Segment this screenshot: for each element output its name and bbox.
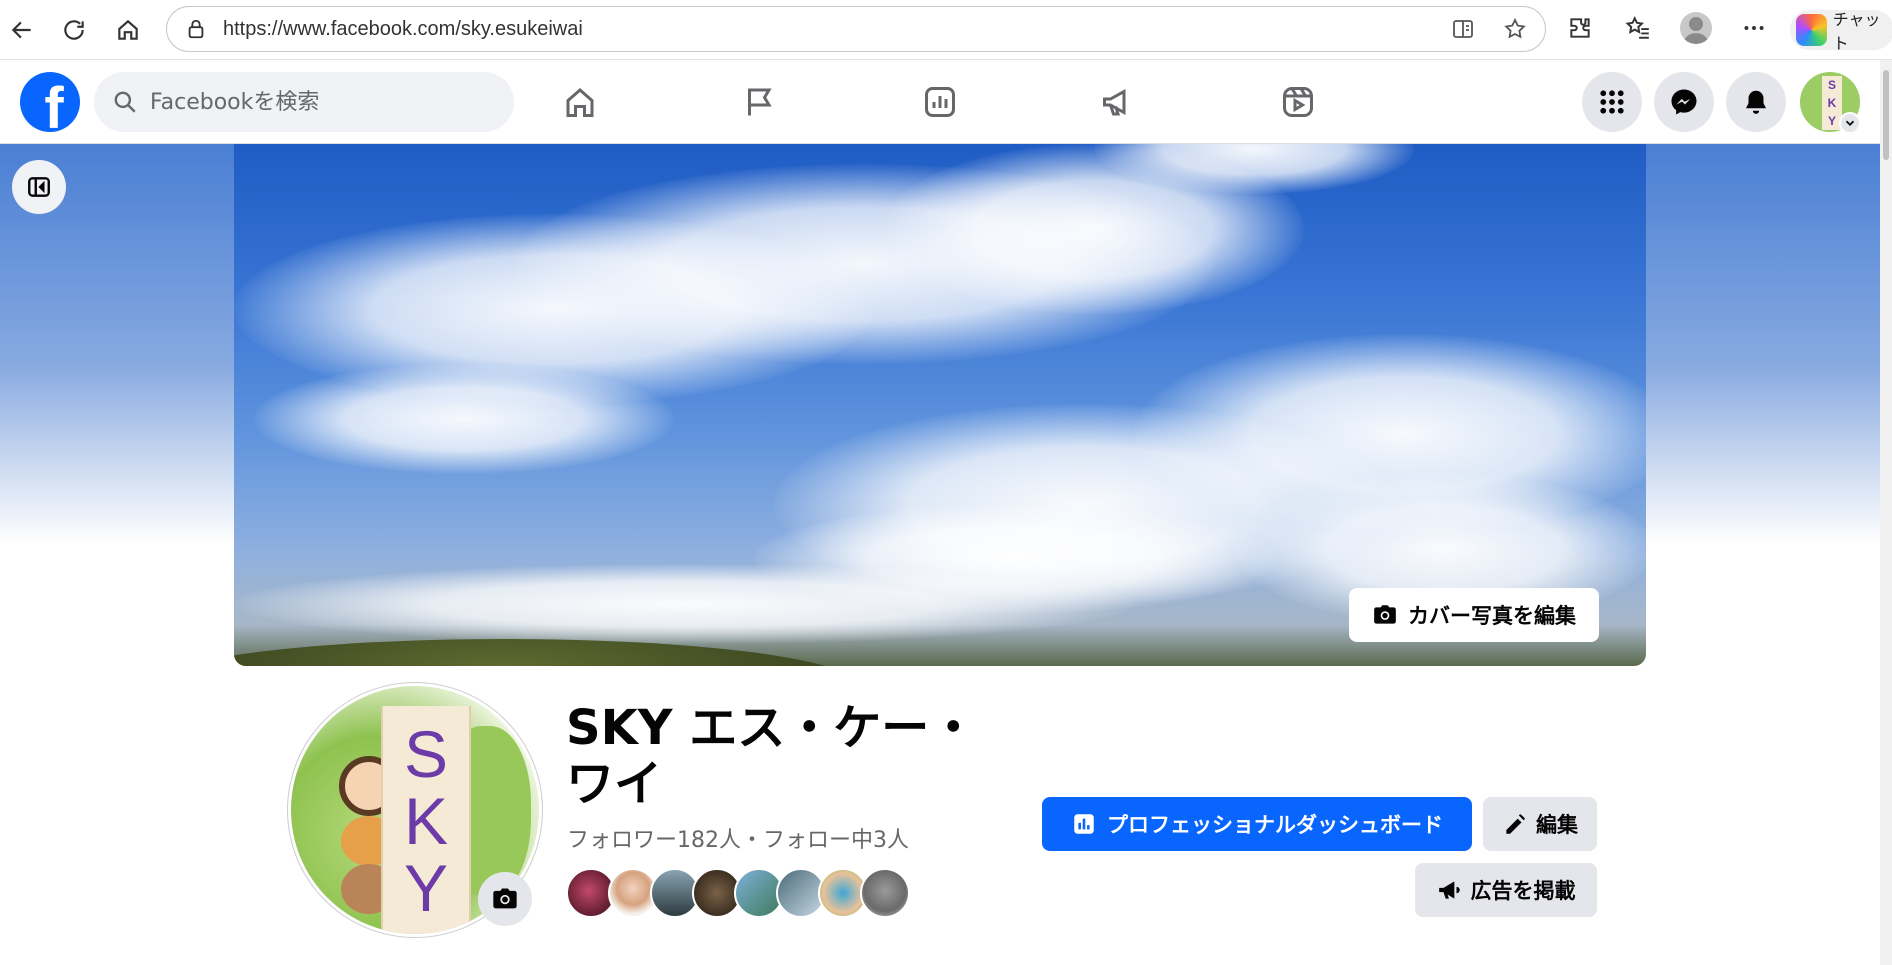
- browser-toolbar: https://www.facebook.com/sky.esukeiwai チ…: [0, 0, 1892, 60]
- follower-avatar[interactable]: [860, 868, 910, 918]
- pencil-icon: [1506, 814, 1525, 834]
- profile-name: SKY エス・ケー・ワイ: [566, 700, 978, 812]
- flag-icon: [748, 88, 772, 116]
- favorites-list-icon[interactable]: [1618, 8, 1658, 48]
- sky-logo-banner: S K Y: [381, 706, 471, 934]
- dashboard-chart-icon: [1074, 814, 1094, 834]
- sidebar-toggle-button[interactable]: [12, 160, 66, 214]
- search-box[interactable]: [94, 72, 514, 132]
- nav-reels-tab[interactable]: [1248, 70, 1348, 134]
- camera-icon: [493, 888, 517, 909]
- page-scrollbar[interactable]: [1880, 60, 1892, 965]
- search-input[interactable]: [150, 89, 470, 115]
- follower-avatars[interactable]: [566, 868, 910, 920]
- nav-ads-tab[interactable]: [1068, 70, 1168, 134]
- favorite-star-icon[interactable]: [1501, 15, 1529, 43]
- notifications-button[interactable]: [1726, 72, 1786, 132]
- home-icon[interactable]: [108, 10, 148, 50]
- browser-profile-icon[interactable]: [1676, 8, 1716, 48]
- messenger-icon: [1671, 89, 1697, 115]
- ad-label: 広告を掲載: [1470, 879, 1576, 903]
- search-icon: [112, 89, 138, 115]
- nav-pages-tab[interactable]: [710, 70, 810, 134]
- more-dots-icon[interactable]: [1734, 8, 1774, 48]
- edit-cover-button[interactable]: カバー写真を編集: [1349, 588, 1599, 642]
- nav-home-tab[interactable]: [530, 70, 630, 134]
- edit-cover-label: カバー写真を編集: [1408, 604, 1576, 628]
- copilot-label: チャット: [1832, 12, 1881, 53]
- sidebar-panel-icon: [28, 177, 50, 197]
- update-profile-picture-button[interactable]: [478, 872, 532, 926]
- create-ad-button[interactable]: 広告を掲載: [1415, 863, 1597, 917]
- reels-icon: [1283, 87, 1313, 117]
- nav-insights-tab[interactable]: [890, 70, 990, 134]
- edit-label: 編集: [1536, 813, 1578, 837]
- chevron-down-icon[interactable]: [1839, 112, 1861, 134]
- reload-icon[interactable]: [54, 10, 94, 50]
- split-screen-icon[interactable]: [1449, 15, 1477, 43]
- back-arrow-icon[interactable]: [2, 10, 42, 50]
- extensions-icon[interactable]: [1560, 8, 1600, 48]
- insights-chart-icon: [925, 87, 955, 117]
- megaphone-icon: [1103, 88, 1126, 116]
- megaphone-icon: [1438, 881, 1460, 899]
- url-text[interactable]: https://www.facebook.com/sky.esukeiwai: [223, 18, 583, 41]
- edit-profile-button[interactable]: 編集: [1483, 797, 1597, 851]
- cover-photo[interactable]: カバー写真を編集: [234, 144, 1646, 666]
- grid-menu-icon: [1600, 90, 1624, 114]
- menu-grid-button[interactable]: [1582, 72, 1642, 132]
- copilot-chat-button[interactable]: チャット: [1790, 10, 1892, 53]
- facebook-logo-icon[interactable]: f: [20, 72, 80, 132]
- dashboard-label: プロフェッショナルダッシュボード: [1107, 813, 1443, 837]
- messenger-button[interactable]: [1654, 72, 1714, 132]
- professional-dashboard-button[interactable]: プロフェッショナルダッシュボード: [1042, 797, 1472, 851]
- bell-icon: [1746, 90, 1766, 114]
- address-bar[interactable]: https://www.facebook.com/sky.esukeiwai: [166, 6, 1546, 52]
- lock-icon[interactable]: [185, 18, 207, 40]
- follow-stats[interactable]: フォロワー182人・フォロー中3人: [567, 822, 909, 854]
- camera-icon: [1374, 605, 1396, 624]
- facebook-top-nav: f SKY: [0, 60, 1892, 144]
- copilot-icon: [1796, 14, 1827, 46]
- home-icon: [566, 88, 594, 117]
